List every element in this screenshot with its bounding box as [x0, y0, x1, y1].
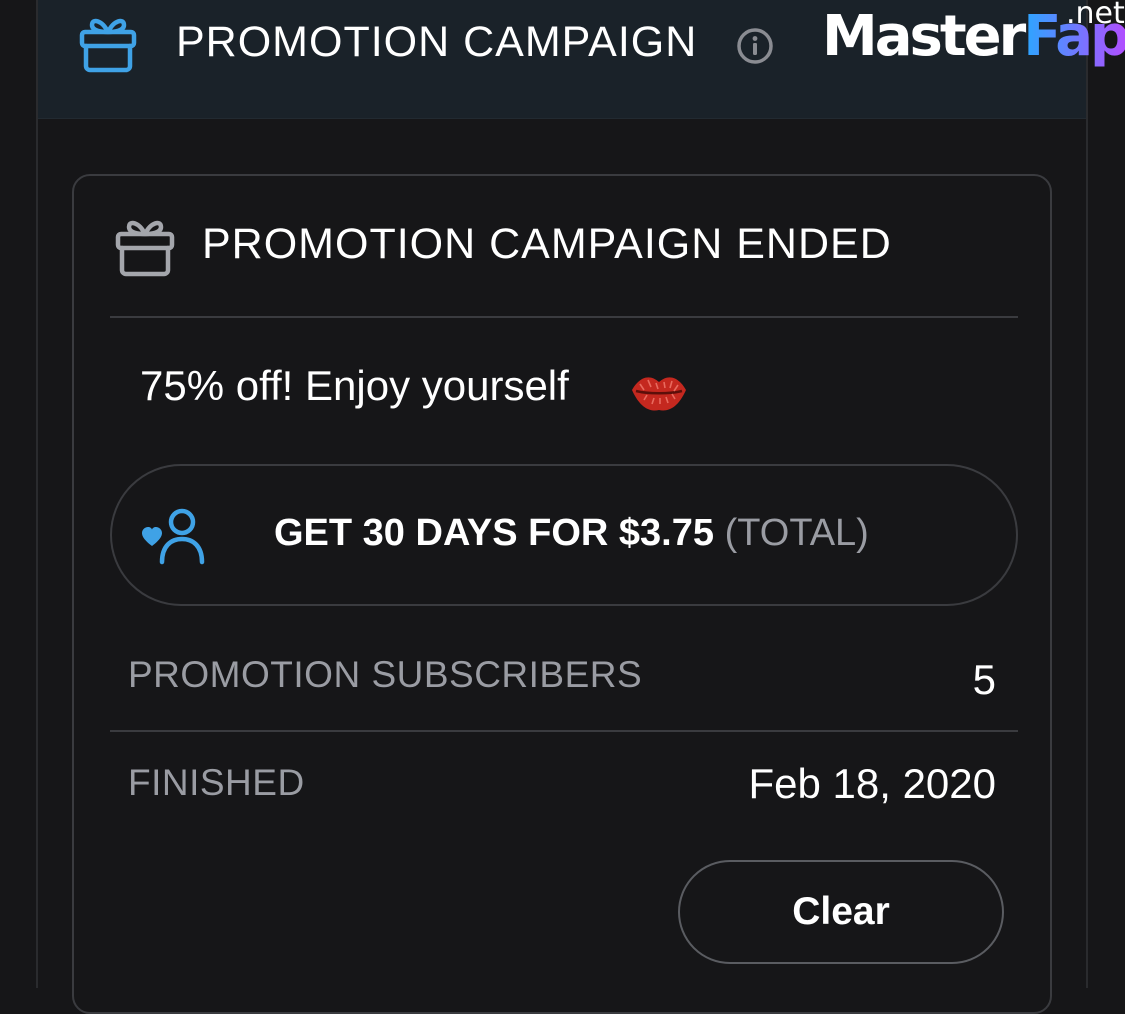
- promotion-description: 75% off! Enjoy yourself: [140, 362, 569, 409]
- offer-text: GET 30 DAYS FOR $3.75 (TOTAL): [274, 512, 869, 555]
- offer-suffix-text: (TOTAL): [724, 512, 869, 554]
- page-title: PROMOTION CAMPAIGN: [176, 18, 698, 66]
- subscribers-value: 5: [972, 656, 996, 703]
- divider: [110, 316, 1018, 318]
- gift-icon: [79, 18, 137, 73]
- info-icon[interactable]: [735, 26, 775, 66]
- finished-date-value: Feb 18, 2020: [748, 760, 996, 807]
- subscription-offer-button[interactable]: GET 30 DAYS FOR $3.75 (TOTAL): [110, 464, 1018, 606]
- card-title: PROMOTION CAMPAIGN ENDED: [202, 220, 892, 268]
- kiss-mark-icon: [632, 377, 686, 411]
- campaign-card: PROMOTION CAMPAIGN ENDED 75% off! Enjoy …: [72, 174, 1052, 1014]
- subscribers-label: PROMOTION SUBSCRIBERS: [128, 654, 643, 695]
- watermark-part1: Master: [822, 4, 1026, 69]
- clear-button[interactable]: Clear: [678, 860, 1004, 964]
- finished-label: FINISHED: [128, 762, 305, 803]
- divider: [110, 730, 1018, 732]
- watermark-suffix: .net: [1066, 0, 1125, 31]
- gift-icon: [115, 220, 175, 277]
- offer-main-text: GET 30 DAYS FOR $3.75: [274, 512, 715, 554]
- watermark-logo: MasterFap .net: [822, 0, 1125, 69]
- user-heart-icon: [142, 508, 205, 565]
